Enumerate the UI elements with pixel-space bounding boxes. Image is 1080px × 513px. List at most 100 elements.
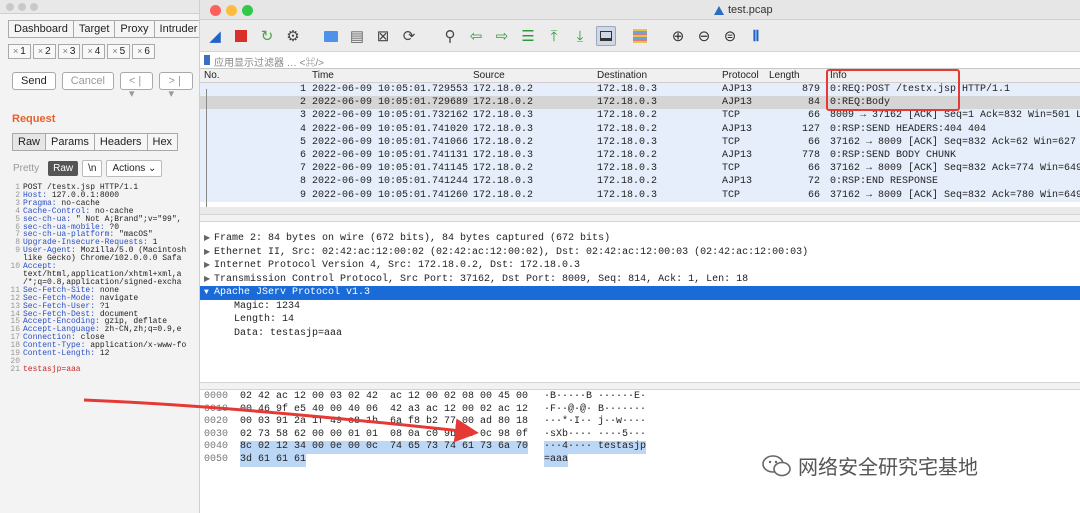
close-icon[interactable]: × [38, 46, 43, 56]
start-capture-icon[interactable]: ◢ [205, 26, 225, 46]
expand-right-icon[interactable]: ▶ [204, 259, 214, 273]
back-button[interactable]: < |▾ [119, 72, 154, 100]
close-icon[interactable]: × [87, 46, 92, 56]
close-icon[interactable]: × [63, 46, 68, 56]
window-close-dot[interactable] [6, 3, 14, 11]
packet-time: 2022-06-09 10:05:01.741244 [312, 176, 469, 188]
window-minimize-dot[interactable] [18, 3, 26, 11]
col-time[interactable]: Time [312, 70, 334, 81]
window-close-button[interactable] [210, 5, 221, 16]
go-to-packet-icon[interactable]: ☰ [518, 26, 538, 46]
open-file-icon[interactable] [321, 26, 341, 46]
subtab-hex[interactable]: Hex [146, 133, 179, 151]
forward-button[interactable]: > |▾ [159, 72, 193, 100]
restart-capture-icon[interactable]: ↻ [257, 26, 277, 46]
save-file-icon[interactable]: ▤ [347, 26, 367, 46]
normal-size-icon[interactable]: ⊜ [720, 26, 740, 46]
packet-destination: 172.18.0.2 [597, 150, 658, 161]
packet-row[interactable]: 6 2022-06-09 10:05:01.741131 172.18.0.3 172… [200, 149, 1080, 163]
resize-columns-icon[interactable]: Ⅱ [746, 26, 766, 46]
repeater-tab[interactable]: × 1 [8, 44, 31, 59]
packet-row[interactable]: 8 2022-06-09 10:05:01.741244 172.18.0.3 172… [200, 175, 1080, 189]
newline-toggle[interactable]: \n [82, 160, 103, 177]
packet-row[interactable]: 9 2022-06-09 10:05:01.741260 172.18.0.2 172… [200, 188, 1080, 202]
header-value: zh-CN,zh;q=0.9,e [99, 325, 182, 335]
window-zoom-button[interactable] [242, 5, 253, 16]
subtab-raw[interactable]: Raw [12, 133, 47, 151]
subtab-headers[interactable]: Headers [93, 133, 148, 151]
repeater-tab[interactable]: × 6 [132, 44, 155, 59]
window-zoom-dot[interactable] [30, 3, 38, 11]
request-editor[interactable]: 1 POST /testx.jsp HTTP/1.1 2 Host: 127.0.0.… [8, 184, 186, 374]
display-filter-input[interactable]: 应用显示过滤器 … <⌘/> [214, 54, 324, 69]
zoom-in-icon[interactable]: ⊕ [668, 26, 688, 46]
col-destination[interactable]: Destination [597, 70, 647, 81]
first-packet-icon[interactable]: ⤒ [544, 26, 564, 46]
packet-info: 0:RSP:SEND BODY CHUNK [830, 150, 957, 161]
col-protocol[interactable]: Protocol [722, 70, 759, 81]
detail-section[interactable]: ▶ Transmission Control Protocol, Src Port… [200, 273, 1080, 287]
expand-down-icon[interactable]: ▼ [204, 286, 214, 300]
display-filter-bar[interactable]: 应用显示过滤器 … <⌘/> [200, 52, 1080, 69]
stop-capture-icon[interactable] [231, 26, 251, 46]
expand-right-icon[interactable]: ▶ [204, 273, 214, 287]
repeater-tab[interactable]: × 3 [57, 44, 81, 59]
tab-target[interactable]: Target [72, 20, 116, 38]
packet-list-hscrollbar[interactable] [200, 207, 1080, 214]
detail-section[interactable]: ▶ Frame 2: 84 bytes on wire (672 bits), 8… [200, 232, 1080, 246]
tab-dashboard[interactable]: Dashboard [8, 20, 74, 38]
detail-section[interactable]: ▼ Apache JServ Protocol v1.3 [200, 286, 1080, 300]
packet-len: 778 [801, 150, 820, 161]
detail-field[interactable]: Length: 14 [200, 313, 1080, 327]
reload-file-icon[interactable]: ⟳ [399, 26, 419, 46]
packet-row[interactable]: 7 2022-06-09 10:05:01.741145 172.18.0.2 172… [200, 162, 1080, 176]
tab-proxy[interactable]: Proxy [114, 20, 155, 38]
detail-field[interactable]: Data: testasjp=aaa [200, 327, 1080, 341]
expand-right-icon[interactable]: ▶ [204, 246, 214, 260]
hex-bytes: 8c 02 12 34 00 0e 00 0c 74 65 73 74 61 7… [240, 441, 529, 454]
go-forward-icon[interactable]: ⇨ [492, 26, 512, 46]
cancel-button[interactable]: Cancel [61, 72, 114, 90]
repeater-controls: Send Cancel < |▾ > |▾ [12, 72, 199, 100]
actions-dropdown[interactable]: Actions ⌄ [106, 160, 163, 177]
repeater-tab[interactable]: × 2 [32, 44, 56, 59]
tab-intruder[interactable]: Intruder [153, 20, 199, 38]
send-button[interactable]: Send [12, 72, 56, 90]
window-minimize-button[interactable] [226, 5, 237, 16]
close-icon[interactable]: × [137, 46, 142, 56]
packet-row[interactable]: 4 2022-06-09 10:05:01.741020 172.18.0.3 172… [200, 122, 1080, 136]
col-no[interactable]: No. [204, 70, 220, 81]
detail-field[interactable]: Magic: 1234 [200, 300, 1080, 314]
pane-splitter[interactable] [200, 214, 1080, 222]
packet-time: 2022-06-09 10:05:01.729553 [312, 84, 469, 95]
pretty-toggle[interactable]: Pretty [8, 161, 44, 176]
bookmark-icon[interactable] [204, 55, 210, 65]
info-highlight-box [826, 69, 960, 111]
repeater-tab[interactable]: × 4 [82, 44, 106, 59]
close-icon[interactable]: × [13, 46, 18, 56]
packet-row[interactable]: 3 2022-06-09 10:05:01.732162 172.18.0.3 172… [200, 109, 1080, 123]
packet-source: 172.18.0.3 [473, 150, 534, 161]
subtab-params[interactable]: Params [45, 133, 95, 151]
colorize-icon[interactable] [630, 26, 650, 46]
find-packet-icon[interactable]: ⚲ [440, 26, 460, 46]
close-file-icon[interactable]: ⊠ [373, 26, 393, 46]
col-length[interactable]: Length [769, 70, 800, 81]
repeater-tab[interactable]: × 5 [107, 44, 131, 59]
go-back-icon[interactable]: ⇦ [466, 26, 486, 46]
close-icon[interactable]: × [112, 46, 117, 56]
detail-section[interactable]: ▶ Ethernet II, Src: 02:42:ac:12:00:02 (02… [200, 246, 1080, 260]
repeater-tab-label: 2 [45, 46, 51, 57]
raw-toggle[interactable]: Raw [48, 161, 79, 176]
conversation-bracket [206, 89, 216, 209]
packet-destination: 172.18.0.3 [597, 189, 658, 201]
pane-splitter-bytes[interactable] [200, 382, 1080, 390]
last-packet-icon[interactable]: ⤓ [570, 26, 590, 46]
capture-options-icon[interactable]: ⚙ [283, 26, 303, 46]
zoom-out-icon[interactable]: ⊖ [694, 26, 714, 46]
expand-right-icon[interactable]: ▶ [204, 232, 214, 246]
detail-section[interactable]: ▶ Internet Protocol Version 4, Src: 172.1… [200, 259, 1080, 273]
col-source[interactable]: Source [473, 70, 505, 81]
autoscroll-icon[interactable] [596, 26, 616, 46]
packet-row[interactable]: 5 2022-06-09 10:05:01.741066 172.18.0.2 172… [200, 135, 1080, 149]
